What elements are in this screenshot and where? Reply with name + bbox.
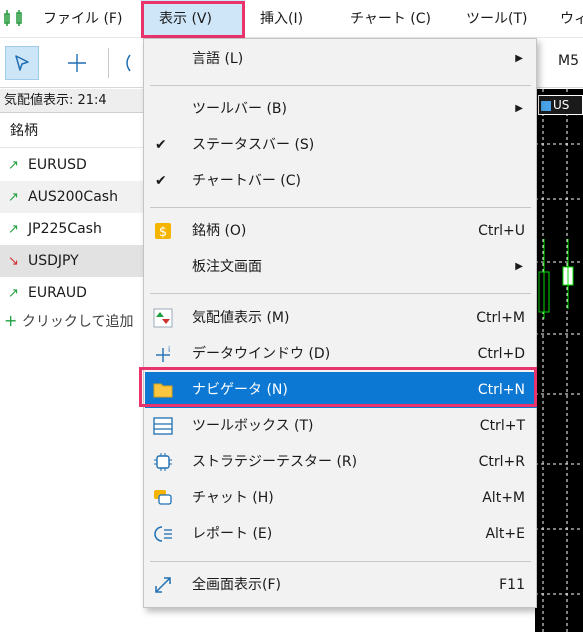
- menu-item-chat[interactable]: チャット (H) Alt+M: [145, 480, 537, 516]
- menu-item-label: 全画面表示(F): [192, 577, 281, 593]
- checkmark-icon: ✔: [155, 137, 167, 153]
- menu-item-shortcut: Alt+M: [482, 490, 525, 506]
- symbol-column-header[interactable]: 銘柄: [0, 114, 152, 148]
- menu-item-symbols[interactable]: $ 銘柄 (O) Ctrl+U: [145, 213, 537, 249]
- svg-text:$: $: [159, 225, 167, 240]
- menu-item-label: データウインドウ (D): [192, 346, 331, 362]
- symbol-name: EURUSD: [28, 157, 87, 173]
- menu-item-label: 銘柄 (O): [192, 223, 247, 239]
- menu-item-shortcut: F11: [499, 577, 525, 593]
- timeframe-m5-button[interactable]: M5: [558, 53, 579, 69]
- market-watch-row[interactable]: ↗ AUS200Cash: [0, 181, 152, 213]
- menu-item-navigator[interactable]: ナビゲータ (N) Ctrl+N: [145, 372, 537, 408]
- menu-item-fullscreen[interactable]: 全画面表示(F) F11: [145, 567, 537, 603]
- crosshair-tool-icon: [68, 54, 86, 72]
- submenu-arrow-icon: ▶: [515, 103, 523, 114]
- menu-item-label: ストラテジーテスター (R): [192, 454, 358, 470]
- symbol-name: USDJPY: [28, 253, 79, 269]
- menu-item-label: チャット (H): [192, 490, 274, 506]
- menu-item-toolbar[interactable]: ツールバー (B) ▶: [145, 91, 537, 127]
- menu-separator: [150, 293, 531, 294]
- menu-item-label: レポート (E): [192, 526, 273, 542]
- market-watch-icon: [153, 308, 173, 328]
- menu-item-data-window[interactable]: i データウインドウ (D) Ctrl+D: [145, 336, 537, 372]
- menu-item-label: ツールボックス (T): [192, 418, 314, 434]
- menu-item-label: ステータスバー (S): [192, 137, 315, 153]
- menu-item-depth-of-market[interactable]: 板注文画面 ▶: [145, 249, 537, 285]
- svg-text:i: i: [168, 345, 170, 354]
- up-arrow-icon: ↗: [8, 190, 19, 205]
- menu-item-label: チャートバー (C): [192, 173, 302, 189]
- menu-window[interactable]: ウィ: [560, 0, 583, 38]
- menu-item-label: ナビゲータ (N): [192, 382, 288, 398]
- market-watch-row[interactable]: ↘ USDJPY: [0, 245, 152, 277]
- menu-separator: [150, 561, 531, 562]
- menu-item-reports[interactable]: レポート (E) Alt+E: [145, 516, 537, 552]
- market-watch-row[interactable]: ↗ EURAUD: [0, 277, 152, 309]
- submenu-arrow-icon: ▶: [515, 53, 523, 64]
- crosshair-tool-button[interactable]: [60, 46, 94, 80]
- menu-item-label: ツールバー (B): [192, 101, 287, 117]
- menu-item-label: 気配値表示 (M): [192, 310, 290, 326]
- menu-insert[interactable]: 挿入(I): [260, 0, 303, 38]
- up-arrow-icon: ↗: [8, 158, 19, 173]
- menu-item-status-bar[interactable]: ✔ ステータスバー (S): [145, 127, 537, 163]
- menu-tools[interactable]: ツール(T): [466, 0, 527, 38]
- menu-item-label: 言語 (L): [192, 51, 244, 67]
- cursor-icon: [15, 55, 29, 71]
- menu-item-chart-bar[interactable]: ✔ チャートバー (C): [145, 163, 537, 199]
- menu-item-toolbox[interactable]: ツールボックス (T) Ctrl+T: [145, 408, 537, 444]
- menu-item-market-watch[interactable]: 気配値表示 (M) Ctrl+M: [145, 300, 537, 336]
- down-arrow-icon: ↘: [8, 254, 19, 269]
- market-watch-row[interactable]: ↗ JP225Cash: [0, 213, 152, 245]
- symbol-name: AUS200Cash: [28, 189, 118, 205]
- menu-view[interactable]: 表示 (V): [141, 0, 245, 38]
- chart-area[interactable]: [535, 89, 583, 632]
- market-watch-header: 気配値表示: 21:4: [0, 89, 152, 113]
- menu-item-shortcut: Alt+E: [485, 526, 525, 542]
- chart-tab-icon: [541, 100, 551, 111]
- cursor-tool-button[interactable]: [5, 46, 39, 80]
- menu-separator: [150, 85, 531, 86]
- symbol-name: EURAUD: [28, 285, 87, 301]
- chat-icon: [153, 488, 173, 508]
- toolbox-icon: [153, 416, 173, 436]
- up-arrow-icon: ↗: [8, 286, 19, 301]
- symbol-name: JP225Cash: [28, 221, 102, 237]
- menu-chart[interactable]: チャート (C): [350, 0, 431, 38]
- menu-item-strategy-tester[interactable]: ストラテジーテスター (R) Ctrl+R: [145, 444, 537, 480]
- view-menu-dropdown: 言語 (L) ▶ ツールバー (B) ▶ ✔ ステータスバー (S) ✔ チャー…: [143, 38, 537, 608]
- crosshair-icon: i: [153, 344, 173, 364]
- menu-separator: [150, 207, 531, 208]
- menu-item-shortcut: Ctrl+M: [476, 310, 525, 326]
- up-arrow-icon: ↗: [8, 222, 19, 237]
- market-watch-row[interactable]: ↗ EURUSD: [0, 149, 152, 181]
- chip-icon: [153, 452, 173, 472]
- menu-item-shortcut: Ctrl+N: [477, 382, 525, 398]
- menu-item-label: 板注文画面: [192, 259, 262, 275]
- menu-item-shortcut: Ctrl+D: [477, 346, 525, 362]
- menu-bar: ファイル (F) 表示 (V) 挿入(I) チャート (C) ツール(T) ウィ: [0, 0, 583, 38]
- report-icon: [153, 524, 173, 544]
- checkmark-icon: ✔: [155, 173, 167, 189]
- folder-icon: [153, 380, 173, 400]
- menu-item-shortcut: Ctrl+T: [479, 418, 525, 434]
- plus-icon: +: [4, 311, 18, 330]
- add-symbol-button[interactable]: + クリックして追加: [4, 311, 133, 331]
- fullscreen-icon: [153, 575, 173, 595]
- toolbar-separator: [108, 48, 109, 78]
- app-logo-icon: [4, 10, 22, 26]
- chart-tab-label: US: [553, 98, 570, 112]
- dollar-icon: $: [153, 221, 173, 241]
- tool-button-partial[interactable]: [112, 46, 142, 80]
- menu-item-shortcut: Ctrl+U: [478, 223, 525, 239]
- menu-file[interactable]: ファイル (F): [43, 0, 122, 38]
- submenu-arrow-icon: ▶: [515, 261, 523, 272]
- menu-item-shortcut: Ctrl+R: [478, 454, 525, 470]
- line-tool-icon: [126, 54, 131, 72]
- chart-tab[interactable]: US: [538, 95, 583, 115]
- add-symbol-label: クリックして追加: [21, 314, 134, 330]
- menu-item-language[interactable]: 言語 (L) ▶: [145, 41, 537, 77]
- chart-canvas: [535, 89, 583, 632]
